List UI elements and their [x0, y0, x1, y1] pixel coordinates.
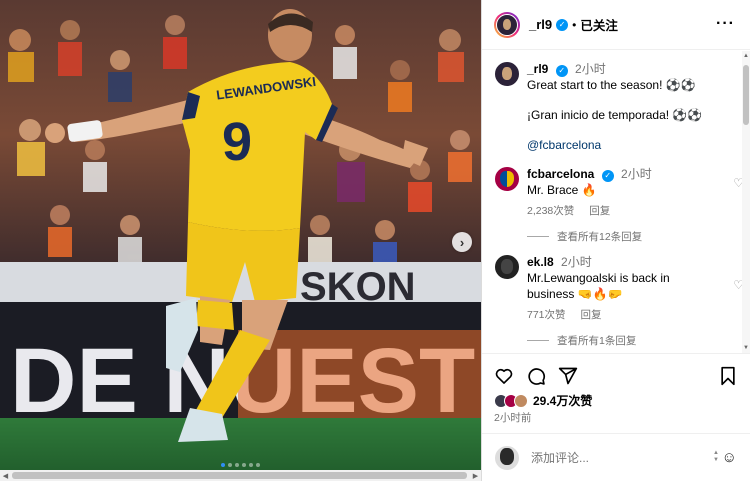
view-replies[interactable]: 查看所有12条回复	[527, 229, 642, 244]
comment-username[interactable]: fcbarcelona	[527, 167, 594, 181]
scrollbar-thumb[interactable]	[12, 472, 467, 479]
scrollbar-thumb[interactable]	[743, 65, 749, 125]
instagram-post-viewer: SKON DE NUEST	[0, 0, 750, 481]
comment-likes[interactable]: 2,238次赞	[527, 205, 574, 217]
comment-icon[interactable]	[526, 366, 546, 386]
carousel-dot	[228, 463, 232, 467]
scroll-up-icon[interactable]: ▲	[742, 53, 750, 59]
post-media: SKON DE NUEST	[0, 0, 481, 481]
comments-list: _rl9 ✓ 2小时 Great start to the season! ⚽⚽…	[482, 51, 750, 353]
carousel-dot	[249, 463, 253, 467]
view-replies-label: 查看所有1条回复	[557, 335, 637, 347]
next-slide-button[interactable]: ›	[452, 232, 472, 252]
view-replies[interactable]: 查看所有1条回复	[527, 333, 636, 348]
comment-composer: ▲▼ ☺	[482, 433, 750, 481]
bookmark-icon[interactable]	[719, 366, 737, 386]
carousel-dot	[221, 463, 225, 467]
scroll-right-icon[interactable]: ▶	[470, 470, 481, 481]
author-avatar[interactable]	[494, 11, 520, 38]
current-user-avatar	[494, 444, 520, 471]
post-details-panel: _rl9 ✓ • 已关注 ··· _rl9 ✓ 2小时 Great start …	[481, 0, 750, 481]
carousel-dot	[242, 463, 246, 467]
football-photo: SKON DE NUEST	[0, 0, 481, 481]
commenter-avatar[interactable]	[494, 254, 520, 280]
comment-item: fcbarcelona ✓ 2小时 Mr. Brace 🔥 2,238次赞 回复…	[494, 166, 744, 219]
caption-line: Great start to the season! ⚽⚽	[527, 78, 696, 92]
caption-username[interactable]: _rl9	[527, 62, 548, 76]
verified-icon: ✓	[556, 18, 569, 31]
emoji-icon[interactable]: ☺	[722, 449, 737, 466]
comment-text: Mr. Brace 🔥	[527, 183, 597, 197]
action-bar: 29.4万次赞 2小时前	[482, 353, 750, 433]
author-username[interactable]: _rl9	[529, 17, 552, 32]
horizontal-scrollbar[interactable]: ◀ ▶	[0, 470, 481, 481]
caption: _rl9 ✓ 2小时 Great start to the season! ⚽⚽…	[494, 61, 734, 153]
heart-icon[interactable]	[494, 366, 514, 386]
mention-link[interactable]: @fcbarcelona	[527, 137, 734, 153]
post-header: _rl9 ✓ • 已关注 ···	[482, 0, 750, 50]
more-icon[interactable]: ···	[716, 15, 735, 33]
carousel-dot	[256, 463, 260, 467]
separator: •	[572, 17, 577, 32]
input-scroll-arrows[interactable]: ▲ ▼	[713, 450, 719, 464]
commenter-avatar[interactable]	[494, 166, 520, 192]
liker-avatar	[514, 393, 528, 408]
post-time: 2小时前	[494, 412, 532, 424]
caption-line: ¡Gran inicio de temporada! ⚽⚽	[527, 108, 703, 122]
caption-time: 2小时	[575, 62, 606, 76]
reply-button[interactable]: 回复	[589, 205, 610, 217]
share-icon[interactable]	[558, 366, 578, 386]
verified-icon: ✓	[601, 170, 614, 182]
reply-button[interactable]: 回复	[580, 309, 601, 321]
comment-input[interactable]	[531, 450, 691, 465]
view-replies-label: 查看所有12条回复	[557, 231, 643, 243]
comment-likes[interactable]: 771次赞	[527, 309, 566, 321]
like-count[interactable]: 29.4万次赞	[533, 392, 592, 409]
comments-scrollbar[interactable]: ▲ ▼	[742, 51, 750, 353]
author-avatar[interactable]	[494, 61, 520, 87]
chevron-right-icon: ›	[459, 234, 465, 250]
comment-text: Mr.Lewangoalski is back in business 🤜🔥🤛	[527, 271, 670, 301]
carousel-dot	[235, 463, 239, 467]
following-button[interactable]: 已关注	[580, 15, 618, 34]
jersey-number: 9	[222, 112, 252, 172]
comment-username[interactable]: ek.l8	[527, 255, 554, 269]
scroll-left-icon[interactable]: ◀	[0, 470, 11, 481]
likers[interactable]: 29.4万次赞	[494, 392, 592, 409]
comment-time: 2小时	[561, 255, 592, 269]
verified-icon: ✓	[555, 65, 568, 77]
carousel-dots	[0, 463, 481, 467]
comment-time: 2小时	[621, 167, 652, 181]
scroll-down-icon[interactable]: ▼	[742, 345, 750, 351]
comment-item: ek.l8 2小时 Mr.Lewangoalski is back in bus…	[494, 254, 744, 323]
